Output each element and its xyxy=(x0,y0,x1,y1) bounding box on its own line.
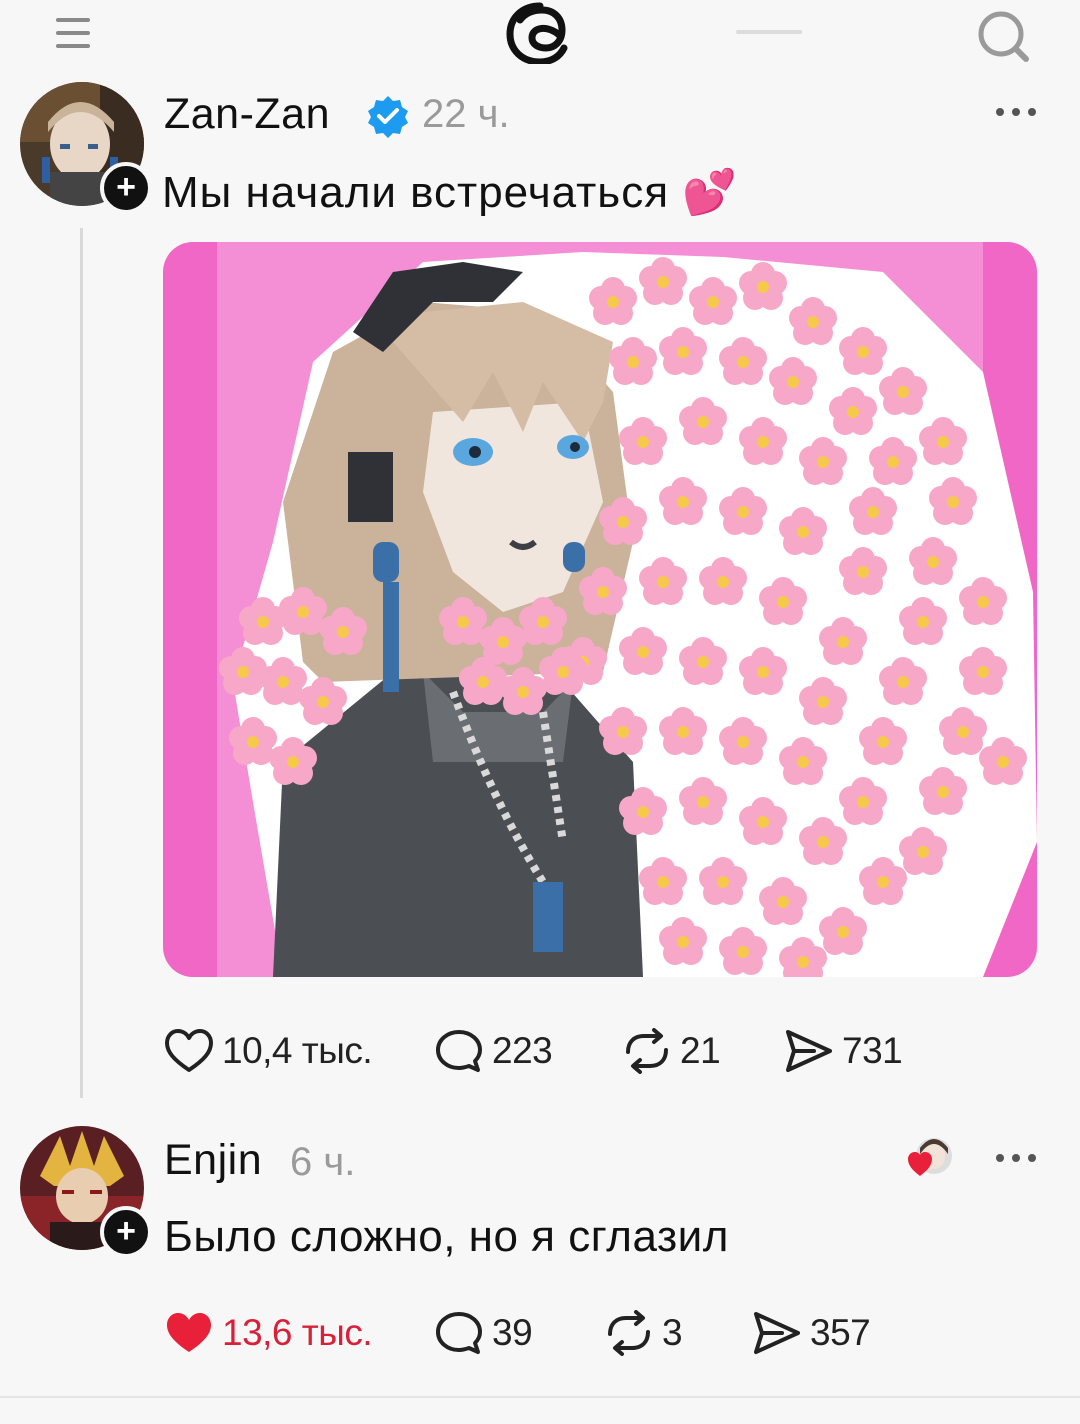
comment-bubble-icon xyxy=(436,1030,482,1072)
comment-bubble-icon xyxy=(436,1312,482,1354)
reply-share-count: 357 xyxy=(810,1312,871,1353)
reply-time: 6 ч. xyxy=(290,1140,356,1184)
divider xyxy=(0,1396,1080,1398)
tab-indicator xyxy=(736,30,802,34)
more-options-icon[interactable] xyxy=(994,104,1038,120)
heart-icon xyxy=(165,1029,213,1072)
reply-username[interactable]: Enjin xyxy=(164,1136,262,1185)
heart-filled-icon xyxy=(167,1313,211,1352)
reply-like-button[interactable]: 13,6 тыс. xyxy=(164,1310,373,1356)
like-button[interactable]: 10,4 тыс. xyxy=(164,1028,373,1074)
reply-repost-count: 3 xyxy=(662,1312,683,1353)
reply-share-button[interactable]: 357 xyxy=(752,1310,871,1356)
reply-repost-button[interactable]: 3 xyxy=(604,1310,683,1356)
repost-icon xyxy=(626,1028,668,1074)
post-image[interactable] xyxy=(163,242,1037,977)
repost-count: 21 xyxy=(680,1030,721,1071)
reply-more-options-icon[interactable] xyxy=(994,1150,1038,1166)
search-icon[interactable] xyxy=(974,4,1034,64)
reply-comment-count: 39 xyxy=(492,1312,533,1353)
post-text: Мы начали встречаться 💕 xyxy=(162,168,739,217)
follow-plus-button[interactable]: + xyxy=(100,162,152,214)
verified-badge-icon xyxy=(368,96,408,138)
menu-icon[interactable] xyxy=(52,14,98,50)
top-bar xyxy=(0,0,1080,70)
reply-follow-plus-button[interactable]: + xyxy=(100,1206,152,1258)
comment-count: 223 xyxy=(492,1030,553,1071)
like-count: 10,4 тыс. xyxy=(222,1030,373,1071)
thread-line xyxy=(80,228,83,1098)
send-icon xyxy=(786,1030,832,1072)
share-button[interactable]: 731 xyxy=(784,1028,903,1074)
share-count: 731 xyxy=(842,1030,903,1071)
anime-flowers-illustration xyxy=(163,242,1037,977)
comment-button[interactable]: 223 xyxy=(434,1028,553,1074)
liked-by-author-icon xyxy=(908,1138,952,1176)
post-username[interactable]: Zan-Zan xyxy=(164,90,330,139)
post-time: 22 ч. xyxy=(422,92,510,136)
send-icon xyxy=(754,1312,800,1354)
liked-by-author-avatar xyxy=(908,1136,954,1182)
repost-icon xyxy=(608,1310,650,1356)
repost-button[interactable]: 21 xyxy=(622,1028,721,1074)
threads-logo-icon[interactable] xyxy=(500,0,580,64)
reply-comment-button[interactable]: 39 xyxy=(434,1310,533,1356)
reply-text: Было сложно, но я сглазил xyxy=(164,1212,729,1261)
reply-like-count: 13,6 тыс. xyxy=(222,1312,373,1353)
